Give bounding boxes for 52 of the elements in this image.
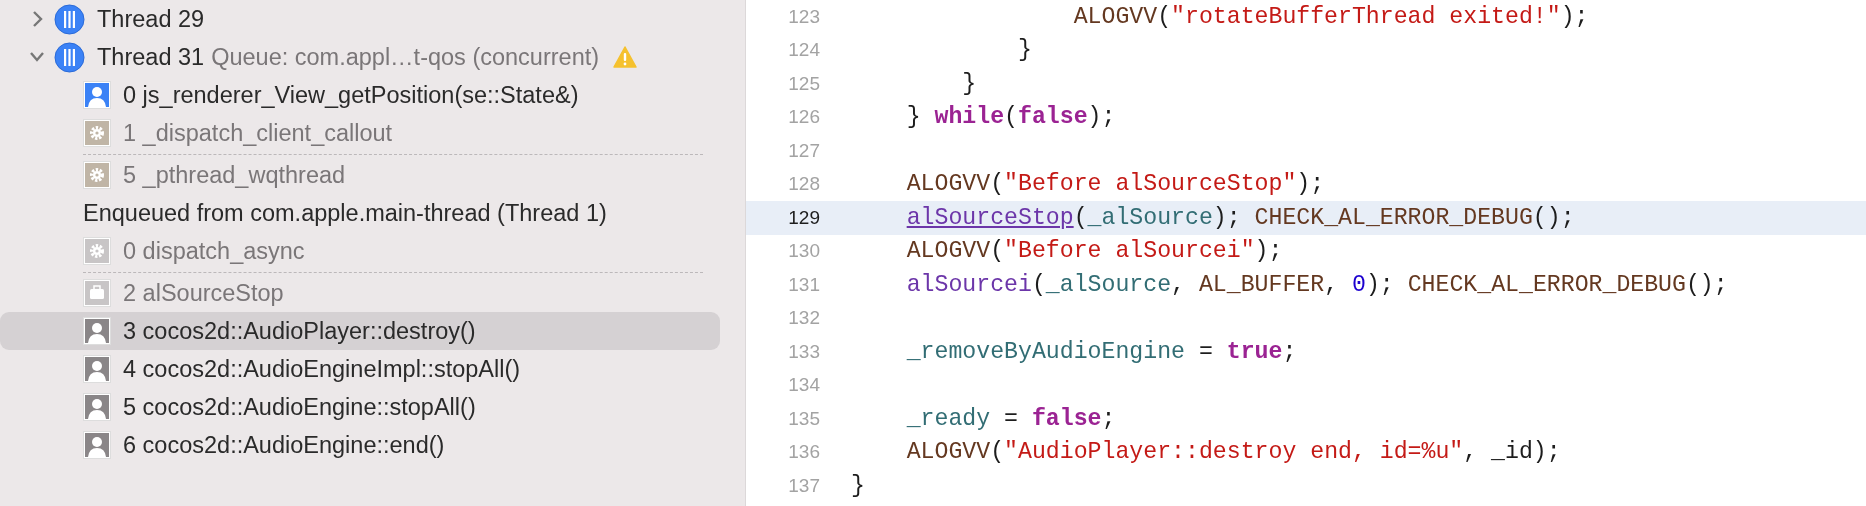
gear-icon bbox=[83, 119, 111, 147]
stack-frame[interactable]: 4 cocos2d::AudioEngineImpl::stopAll() bbox=[0, 350, 720, 388]
code-line: } bbox=[1017, 37, 1032, 64]
line-number: 126 bbox=[787, 106, 820, 129]
person-icon bbox=[83, 355, 111, 383]
code-line: _ready = false; bbox=[905, 405, 1116, 432]
person-icon bbox=[83, 431, 111, 459]
code-line: ALOGVV("rotateBufferThread exited!"); bbox=[1072, 3, 1589, 30]
line-number: 132 bbox=[787, 307, 820, 330]
code-line: alSourceStop(_alSource); CHECK_AL_ERROR_DEBUG(); bbox=[905, 204, 1575, 231]
enqueued-label: Enqueued from com.apple.main-thread (Thread 1) bbox=[82, 198, 608, 228]
line-number: 134 bbox=[787, 374, 820, 397]
code-line: alSourcei(_alSource, AL_BUFFER, 0); CHECK_AL_ERROR_DEBUG(); bbox=[905, 271, 1728, 298]
gear-icon bbox=[83, 161, 111, 189]
chevron-right-icon[interactable] bbox=[30, 9, 44, 29]
stack-frame[interactable]: 1 _dispatch_client_callout bbox=[0, 114, 720, 152]
stack-frame[interactable]: 5 cocos2d::AudioEngine::stopAll() bbox=[0, 388, 720, 426]
stack-frame[interactable]: 0 dispatch_async bbox=[0, 232, 720, 270]
thread-label[interactable]: Thread 31 bbox=[97, 43, 205, 71]
stack-frame[interactable]: 6 cocos2d::AudioEngine::end() bbox=[0, 426, 720, 464]
stack-frame[interactable]: 2 alSourceStop bbox=[0, 274, 720, 312]
thread-label[interactable]: Thread 29 bbox=[97, 5, 205, 33]
code-line: } bbox=[961, 70, 977, 97]
gear-icon bbox=[83, 237, 111, 265]
line-number: 135 bbox=[787, 407, 820, 430]
line-number: 130 bbox=[787, 240, 820, 263]
code-line: } while(false); bbox=[905, 104, 1116, 131]
stack-frame[interactable]: 5 _pthread_wqthread bbox=[0, 156, 720, 194]
person-icon bbox=[83, 317, 111, 345]
line-number: 128 bbox=[787, 173, 820, 196]
stack-frame[interactable]: 3 cocos2d::AudioPlayer::destroy() bbox=[0, 312, 720, 350]
code-line: _removeByAudioEngine = true; bbox=[905, 338, 1297, 365]
thread-icon bbox=[54, 3, 85, 35]
stack-frame[interactable]: 0 js_renderer_View_getPosition(se::State&) bbox=[0, 76, 720, 114]
line-number: 123 bbox=[787, 5, 820, 28]
briefcase-icon bbox=[83, 279, 111, 307]
line-number: 129 bbox=[787, 206, 820, 229]
line-number: 127 bbox=[787, 139, 820, 162]
line-number: 125 bbox=[787, 72, 820, 95]
line-number: 124 bbox=[787, 39, 820, 62]
line-number: 136 bbox=[787, 441, 820, 464]
person-icon bbox=[83, 393, 111, 421]
code-line: ALOGVV("Before alSourcei"); bbox=[905, 238, 1283, 265]
code-line: } bbox=[851, 472, 865, 499]
queue-label: Queue: com.appl…t-qos (concurrent) bbox=[211, 43, 600, 71]
person-icon bbox=[83, 81, 111, 109]
code-line: ALOGVV("AudioPlayer::destroy end, id=%u", _id); bbox=[905, 439, 1561, 466]
line-number: 131 bbox=[787, 273, 820, 296]
line-number: 137 bbox=[787, 474, 820, 497]
thread-icon bbox=[54, 41, 85, 73]
code-line: ALOGVV("Before alSourceStop"); bbox=[905, 171, 1325, 198]
line-number: 133 bbox=[787, 340, 820, 363]
